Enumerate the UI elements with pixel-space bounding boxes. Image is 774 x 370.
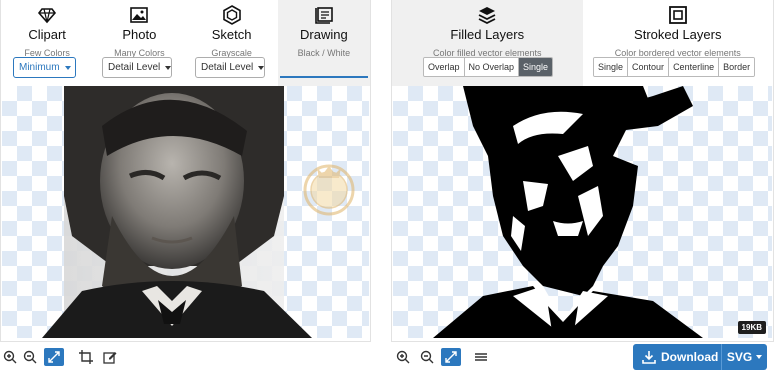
stacked-layers-icon <box>392 4 583 26</box>
tab-drawing-label: Drawing <box>300 27 348 42</box>
vectorized-portrait <box>433 86 703 338</box>
clipart-colors-dropdown[interactable]: Minimum <box>13 57 76 78</box>
filled-mode-single[interactable]: Single <box>519 58 553 76</box>
edit-icon[interactable] <box>100 348 120 366</box>
vector-result-canvas: 19KB <box>393 86 772 338</box>
source-image-canvas <box>2 86 369 338</box>
landscape-image-icon <box>93 4 185 26</box>
menu-icon[interactable] <box>471 348 491 366</box>
watermark-seal-icon <box>297 154 361 218</box>
filled-mode-no-overlap[interactable]: No Overlap <box>464 58 520 76</box>
tab-drawing-active-indicator <box>279 76 368 78</box>
download-button[interactable]: Download <box>633 344 722 370</box>
stroked-layer-mode-group: Single Contour Centerline Border <box>593 57 756 77</box>
tab-sketch-label: Sketch <box>211 27 252 42</box>
stroked-mode-contour[interactable]: Contour <box>628 58 670 76</box>
fit-expand-icon[interactable] <box>44 348 64 366</box>
tab-filled-layers-label: Filled Layers <box>450 27 525 42</box>
tab-clipart-label: Clipart <box>28 27 66 42</box>
drafting-board-icon <box>278 4 370 26</box>
sketch-detail-value: Detail Level <box>201 62 254 73</box>
photo-detail-dropdown[interactable]: Detail Level <box>102 57 172 78</box>
download-button-group: Download SVG <box>633 344 767 370</box>
zoom-in-icon[interactable] <box>393 348 413 366</box>
stroked-mode-border[interactable]: Border <box>719 58 755 76</box>
download-icon <box>642 351 656 364</box>
diamond-gem-icon <box>1 4 93 26</box>
zoom-out-icon[interactable] <box>417 348 437 366</box>
chevron-down-icon <box>165 65 172 70</box>
format-dropdown[interactable]: SVG <box>722 350 767 364</box>
hexagon-icon <box>186 4 278 26</box>
photo-detail-value: Detail Level <box>108 62 161 73</box>
crop-icon[interactable] <box>76 348 96 366</box>
stroked-mode-centerline[interactable]: Centerline <box>669 58 720 76</box>
format-value: SVG <box>726 350 753 364</box>
stroked-mode-single[interactable]: Single <box>594 58 629 76</box>
chevron-down-icon <box>64 65 71 70</box>
clipart-colors-value: Minimum <box>19 62 60 73</box>
tab-drawing[interactable]: Drawing Black / White <box>277 0 370 86</box>
tab-drawing-subtitle: Black / White <box>297 48 351 58</box>
fit-expand-icon[interactable] <box>441 348 461 366</box>
framed-square-icon <box>583 4 774 26</box>
download-label: Download <box>661 350 719 364</box>
sketch-detail-dropdown[interactable]: Detail Level <box>195 57 265 78</box>
filled-mode-overlap[interactable]: Overlap <box>424 58 465 76</box>
zoom-out-icon[interactable] <box>20 348 40 366</box>
filled-layer-mode-group: Overlap No Overlap Single <box>423 57 554 77</box>
file-size-badge: 19KB <box>737 321 766 334</box>
chevron-down-icon <box>756 355 763 359</box>
chevron-down-icon <box>258 65 265 70</box>
tab-photo-label: Photo <box>122 27 157 42</box>
tab-stroked-layers-label: Stroked Layers <box>634 27 722 42</box>
zoom-in-icon[interactable] <box>0 348 20 366</box>
